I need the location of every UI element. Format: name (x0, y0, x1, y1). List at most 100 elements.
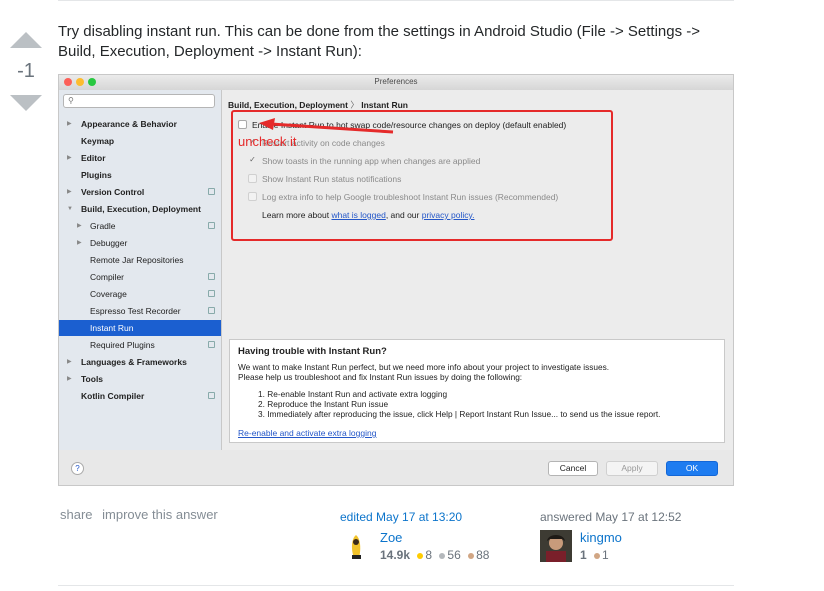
top-divider (58, 0, 734, 1)
trouble-box: Having trouble with Instant Run? We want… (229, 339, 725, 443)
project-settings-icon (208, 307, 215, 314)
check-icon: ✓ (249, 155, 256, 164)
bronze-count: 1 (602, 548, 609, 562)
collapsed-arrow-icon: ▶ (67, 189, 72, 195)
kingmo-avatar[interactable] (540, 530, 572, 562)
red-arrow-icon (259, 118, 394, 134)
silver-badge-icon (439, 552, 446, 559)
answered-time-link[interactable]: answered May 17 at 12:52 (540, 510, 730, 524)
author-reputation: 1 1 (580, 548, 609, 562)
project-settings-icon (208, 222, 215, 229)
tree-item: Compiler (59, 269, 221, 285)
trouble-title: Having trouble with Instant Run? (238, 346, 387, 357)
reputation-score: 1 (580, 548, 587, 562)
tree-item: Plugins (59, 167, 221, 183)
title-bar: Preferences (59, 75, 733, 91)
vote-cell: -1 (8, 32, 44, 111)
trouble-line-2: Please help us troubleshoot and fix Inst… (238, 372, 523, 382)
help-button: ? (71, 462, 84, 475)
log-extra-label: Log extra info to help Google troublesho… (262, 192, 559, 202)
editor-reputation: 14.9k 8 56 88 (380, 548, 489, 562)
project-settings-icon (208, 273, 215, 280)
tree-item: Coverage (59, 286, 221, 302)
learn-more-line: Learn more about what is logged, and our… (262, 209, 474, 221)
trouble-step-3: 3. Immediately after reproducing the iss… (258, 409, 661, 419)
tree-item-label: Editor (81, 153, 106, 163)
tree-item: ▶ Appearance & Behavior (59, 116, 221, 132)
collapsed-arrow-icon: ▶ (67, 155, 72, 161)
tree-item-label: Appearance & Behavior (81, 119, 177, 129)
project-settings-icon (208, 341, 215, 348)
tree-item: Remote Jar Repositories (59, 252, 221, 268)
settings-search-input: ⚲ (63, 94, 215, 108)
breadcrumb-current: Instant Run (361, 100, 408, 110)
breadcrumb-separator: 〉 (350, 100, 359, 110)
gold-badge-icon (417, 552, 424, 559)
bottom-divider (58, 585, 734, 586)
trouble-step-1: 1. Re-enable Instant Run and activate ex… (258, 389, 448, 399)
edited-signature: edited May 17 at 13:20 Zoe 14.9k 8 56 88 (340, 510, 530, 566)
tree-item: Instant Run (59, 320, 221, 336)
log-extra-checkbox (248, 192, 257, 201)
tree-item-label: Kotlin Compiler (81, 391, 145, 401)
window-title: Preferences (374, 77, 418, 86)
author-username[interactable]: kingmo (580, 530, 622, 545)
tree-item: ▼ Build, Execution, Deployment (59, 201, 221, 217)
breadcrumb-parent: Build, Execution, Deployment (228, 100, 348, 110)
trouble-step-2: 2. Reproduce the Instant Run issue (258, 399, 389, 409)
upvote-arrow-icon[interactable] (10, 32, 42, 48)
bronze-count: 88 (476, 548, 490, 562)
tree-item-label: Gradle (90, 221, 116, 231)
downvote-arrow-icon[interactable] (10, 95, 42, 111)
collapsed-arrow-icon: ▶ (77, 223, 82, 229)
tree-item: Keymap (59, 133, 221, 149)
tree-item-label: Espresso Test Recorder (90, 306, 181, 316)
edited-time-link[interactable]: edited May 17 at 13:20 (340, 510, 530, 524)
project-settings-icon (208, 188, 215, 195)
post-menu: share improve this answer (60, 507, 224, 522)
reenable-logging-link: Re-enable and activate extra logging (238, 428, 377, 438)
tree-item: Required Plugins (59, 337, 221, 353)
tree-item: ▶ Editor (59, 150, 221, 166)
collapsed-arrow-icon: ▶ (67, 121, 72, 127)
tree-item-label: Tools (81, 374, 104, 384)
enable-instant-run-checkbox (238, 120, 247, 129)
settings-sidebar: ⚲ ▶ Appearance & Behavior Keymap ▶ Editor Plu… (59, 90, 222, 450)
learn-more-prefix: Learn more about (262, 210, 332, 220)
tree-item: Espresso Test Recorder (59, 303, 221, 319)
what-is-logged-link: what is logged (331, 210, 386, 220)
collapsed-arrow-icon: ▶ (67, 376, 72, 382)
gold-count: 8 (425, 548, 433, 562)
status-notifications-label: Show Instant Run status notifications (262, 174, 402, 184)
project-settings-icon (208, 290, 215, 297)
editor-username[interactable]: Zoe (380, 530, 402, 545)
reputation-score: 14.9k (380, 548, 411, 562)
search-icon: ⚲ (68, 96, 74, 105)
tree-item-label: Coverage (90, 289, 127, 299)
zoe-avatar[interactable] (340, 530, 372, 562)
tree-item-label: Debugger (90, 238, 128, 248)
tree-item: Kotlin Compiler (59, 388, 221, 404)
show-toasts-label: Show toasts in the running app when chan… (262, 156, 481, 166)
tree-item: ▶ Gradle (59, 218, 221, 234)
answer-body: Try disabling instant run. This can be d… (58, 23, 701, 60)
tree-item-label: Version Control (81, 187, 145, 197)
tree-item-label: Required Plugins (90, 340, 155, 350)
dialog-footer: ? Cancel Apply OK (59, 450, 733, 485)
tree-item-label: Build, Execution, Deployment (81, 204, 201, 214)
share-link[interactable]: share (60, 507, 93, 522)
learn-more-mid: , and our (385, 210, 422, 220)
bronze-badge-icon (468, 552, 475, 559)
tree-item: ▶ Tools (59, 371, 221, 387)
tree-item: ▶ Debugger (59, 235, 221, 251)
collapsed-arrow-icon: ▶ (77, 240, 82, 246)
tree-item-label: Languages & Frameworks (81, 357, 187, 367)
ok-button: OK (666, 461, 718, 476)
tree-item-label: Remote Jar Repositories (90, 255, 184, 265)
bronze-badge-icon (594, 552, 601, 559)
answered-signature: answered May 17 at 12:52 kingmo 1 1 (540, 510, 730, 566)
cancel-button: Cancel (548, 461, 598, 476)
improve-answer-link[interactable]: improve this answer (102, 507, 218, 522)
vote-score: -1 (17, 60, 35, 82)
expanded-arrow-icon: ▼ (67, 206, 73, 212)
